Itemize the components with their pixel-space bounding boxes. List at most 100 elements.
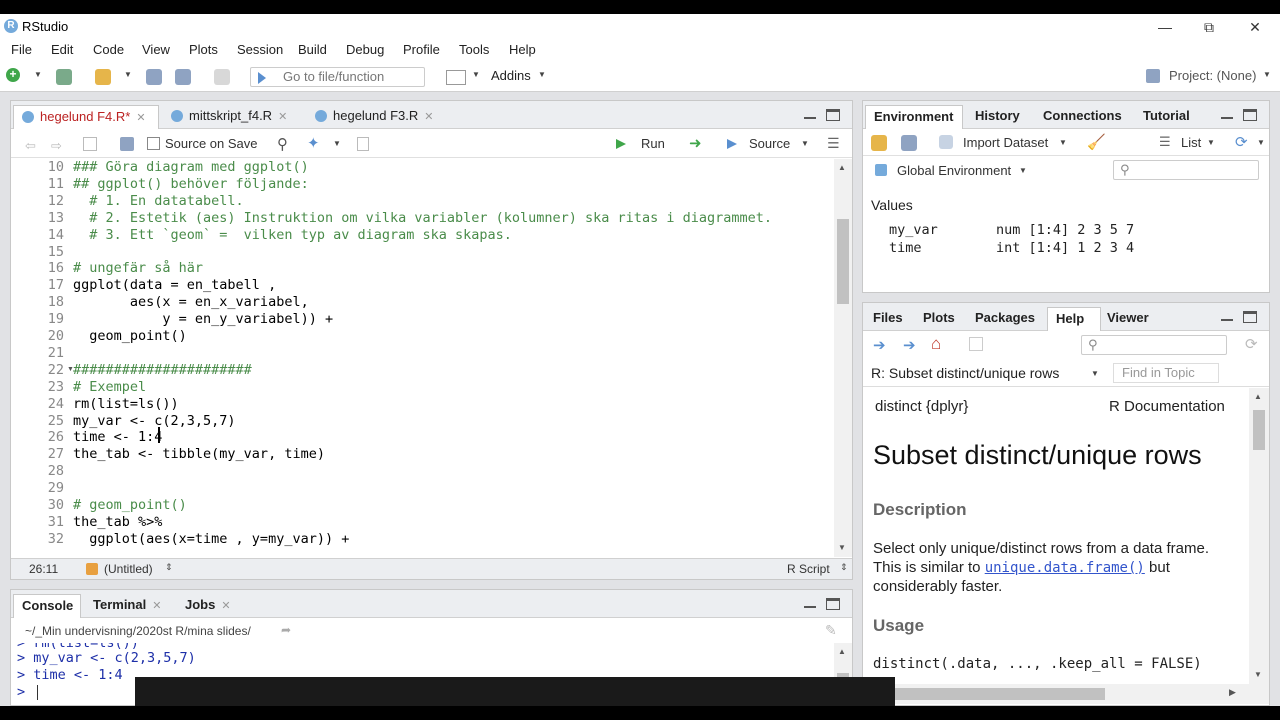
code-line[interactable]: ## ggplot() behöver följande: <box>73 176 309 193</box>
code-line[interactable]: # geom_point() <box>73 497 187 514</box>
new-file-icon[interactable]: + <box>6 68 20 82</box>
unique-data-frame-link[interactable]: unique.data.frame() <box>985 560 1145 576</box>
code-line[interactable]: ###################### <box>73 362 252 379</box>
grid-layout-icon[interactable] <box>446 70 466 85</box>
code-line[interactable]: ggplot(data = en_tabell , <box>73 277 276 294</box>
code-line[interactable]: # 1. En datatabell. <box>73 193 243 210</box>
menu-debug[interactable]: Debug <box>346 42 384 57</box>
menu-build[interactable]: Build <box>298 42 327 57</box>
tab-tutorial[interactable]: Tutorial <box>1135 105 1215 129</box>
list-view-selector[interactable]: List <box>1181 135 1201 150</box>
chevron-down-icon[interactable]: ▼ <box>1019 166 1027 175</box>
clear-console-icon[interactable]: ✎ <box>825 622 837 639</box>
tab-viewer[interactable]: Viewer <box>1099 307 1167 331</box>
source-on-save-checkbox[interactable] <box>147 137 160 150</box>
tab-hegelund-f4[interactable]: hegelund F4.R* ✕ <box>13 105 159 129</box>
chevron-down-icon[interactable]: ▼ <box>1091 369 1099 378</box>
import-dataset-button[interactable]: Import Dataset <box>963 135 1048 150</box>
chevron-down-icon[interactable]: ▼ <box>1207 138 1215 147</box>
search-icon[interactable]: ⚲ <box>277 135 288 153</box>
source-button[interactable]: Source <box>749 136 790 151</box>
chevron-down-icon[interactable]: ▼ <box>538 70 546 79</box>
back-arrow-icon[interactable]: ➔ <box>873 336 886 354</box>
code-line[interactable]: # 3. Ett `geom` = vilken typ av diagram … <box>73 227 512 244</box>
tab-mittskript-f4[interactable]: mittskript_f4.R ✕ <box>163 105 303 129</box>
scroll-down-icon[interactable]: ▼ <box>838 543 846 552</box>
tab-files[interactable]: Files <box>865 307 915 331</box>
chevron-down-icon[interactable]: ▼ <box>472 70 480 79</box>
tab-hegelund-f3[interactable]: hegelund F3.R ✕ <box>307 105 447 129</box>
tab-connections[interactable]: Connections <box>1035 105 1135 129</box>
menu-help[interactable]: Help <box>509 42 536 57</box>
chevron-down-icon[interactable]: ▼ <box>1263 70 1271 79</box>
code-line[interactable]: # Exempel <box>73 379 146 396</box>
code-line[interactable]: rm(list=ls()) <box>73 396 179 413</box>
close-icon[interactable]: ✕ <box>221 600 230 612</box>
refresh-icon[interactable]: ⟳ <box>1245 335 1258 353</box>
scope-selector[interactable]: (Untitled) <box>104 562 153 576</box>
menu-session[interactable]: Session <box>237 42 283 57</box>
help-horizontal-scrollbar[interactable]: ▶ <box>863 684 1269 704</box>
tab-packages[interactable]: Packages <box>967 307 1049 331</box>
print-icon[interactable] <box>214 69 230 85</box>
close-icon[interactable]: ✕ <box>278 111 287 123</box>
tab-plots[interactable]: Plots <box>915 307 967 331</box>
chevron-down-icon[interactable]: ▼ <box>124 70 132 79</box>
scroll-up-icon[interactable]: ▲ <box>1254 392 1262 401</box>
compile-report-icon[interactable] <box>357 137 369 151</box>
tab-terminal[interactable]: Terminal ✕ <box>85 594 169 618</box>
close-icon[interactable]: ✕ <box>136 112 145 124</box>
project-menu[interactable]: Project: (None) <box>1169 68 1256 83</box>
code-line[interactable]: the_tab %>% <box>73 514 162 531</box>
show-in-window-icon[interactable] <box>83 137 97 151</box>
rerun-icon[interactable]: ➜ <box>689 134 702 152</box>
open-file-icon[interactable] <box>95 69 111 85</box>
chevron-down-icon[interactable]: ▼ <box>1059 138 1067 147</box>
show-in-window-icon[interactable] <box>969 337 983 351</box>
tab-help[interactable]: Help <box>1047 307 1101 331</box>
code-line[interactable]: # 2. Estetik (aes) Instruktion om vilka … <box>73 210 772 227</box>
environment-search-input[interactable]: ⚲ <box>1113 160 1259 180</box>
find-in-topic-input[interactable]: Find in Topic <box>1113 363 1219 383</box>
tab-console[interactable]: Console <box>13 594 81 618</box>
forward-arrow-icon[interactable]: ➔ <box>903 336 916 354</box>
menu-profile[interactable]: Profile <box>403 42 440 57</box>
maximize-icon[interactable] <box>826 109 840 121</box>
scroll-up-icon[interactable]: ▲ <box>838 647 846 656</box>
tab-environment[interactable]: Environment <box>865 105 963 129</box>
scroll-right-icon[interactable]: ▶ <box>1229 687 1236 698</box>
magic-wand-icon[interactable]: ✦ <box>307 134 320 152</box>
chevron-down-icon[interactable]: ▼ <box>801 139 809 148</box>
broom-icon[interactable]: 🧹 <box>1087 133 1106 151</box>
minimize-icon[interactable] <box>1221 311 1233 321</box>
chevron-down-icon[interactable]: ▼ <box>34 70 42 79</box>
chevron-down-icon[interactable]: ▼ <box>333 139 341 148</box>
scroll-thumb[interactable] <box>895 688 1105 700</box>
menu-edit[interactable]: Edit <box>51 42 73 57</box>
topic-selector[interactable]: R: Subset distinct/unique rows <box>871 365 1059 381</box>
code-line[interactable]: the_tab <- tibble(my_var, time) <box>73 446 325 463</box>
outline-icon[interactable]: ☰ <box>827 135 840 152</box>
code-editor[interactable]: 10 11 12 13 14 15 16 17 18 19 20 21 22 ▼ 23 24 25 26 27 28 2… <box>11 159 834 557</box>
tab-jobs[interactable]: Jobs ✕ <box>177 594 243 618</box>
menu-code[interactable]: Code <box>93 42 124 57</box>
file-type-selector[interactable]: R Script <box>787 562 830 576</box>
save-icon[interactable] <box>146 69 162 85</box>
code-line[interactable]: my_var <- c(2,3,5,7) <box>73 413 236 430</box>
environment-selector[interactable]: Global Environment <box>897 163 1011 178</box>
tab-history[interactable]: History <box>967 105 1037 129</box>
code-line[interactable]: aes(x = en_x_variabel, <box>73 294 309 311</box>
editor-scrollbar[interactable]: ▲ ▼ <box>834 159 852 557</box>
minimize-icon[interactable] <box>1221 109 1233 119</box>
new-project-icon[interactable] <box>56 69 72 85</box>
restore-window-button[interactable]: ⧉ <box>1186 14 1232 40</box>
close-window-button[interactable]: ✕ <box>1232 14 1278 40</box>
code-line[interactable]: ggplot(aes(x=time , y=my_var)) + <box>73 531 349 548</box>
goto-file-input[interactable]: Go to file/function <box>250 67 425 87</box>
code-line[interactable]: ### Göra diagram med ggplot() <box>73 159 309 176</box>
maximize-icon[interactable] <box>1243 109 1257 121</box>
home-icon[interactable]: ⌂ <box>931 334 941 354</box>
help-search-input[interactable]: ⚲ <box>1081 335 1227 355</box>
save-all-icon[interactable] <box>175 69 191 85</box>
maximize-icon[interactable] <box>826 598 840 610</box>
